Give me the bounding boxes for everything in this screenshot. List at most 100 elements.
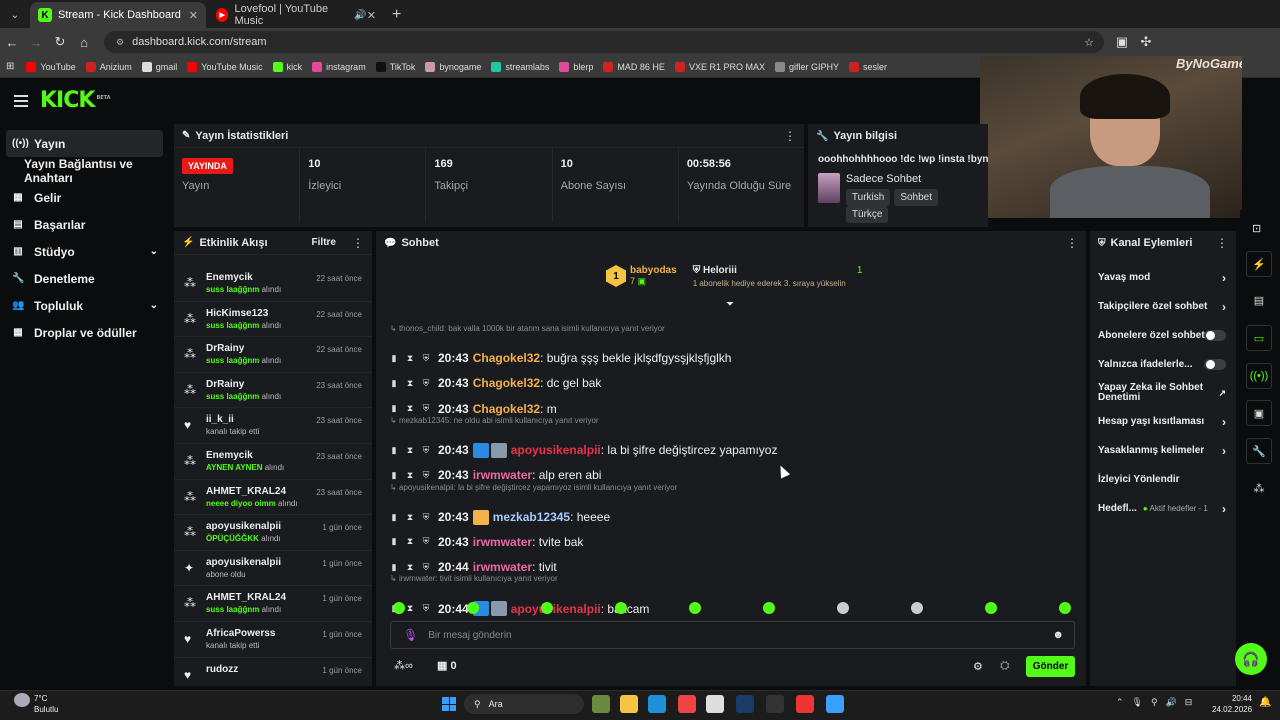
broadcast-icon[interactable]: ((•)) [1246, 363, 1272, 389]
ban-icon[interactable]: ⛨ [422, 536, 430, 547]
settings-gear-icon[interactable]: ⚙ [973, 660, 983, 673]
pin-icon[interactable]: ▮ [390, 378, 398, 389]
lightning-icon[interactable]: ⚡ [1246, 251, 1272, 277]
chat-username[interactable]: apoyusikenalpii [511, 602, 601, 616]
channel-action-2[interactable]: Abonelere özel sohbet [1090, 321, 1236, 350]
clock[interactable]: 20:44 24.02.2026 [1212, 693, 1252, 715]
sidebar-item-0[interactable]: ((•)) Yayın [6, 130, 163, 157]
game-icon[interactable] [592, 695, 610, 713]
sidebar-item-3[interactable]: ▤ Başarılar [0, 211, 170, 238]
ban-icon[interactable]: ⛨ [422, 562, 430, 573]
pin-icon[interactable]: ▮ [390, 470, 398, 481]
toggle-switch[interactable] [1204, 359, 1226, 370]
more-options-icon[interactable]: ⋮ [1216, 236, 1228, 250]
ban-icon[interactable]: ⛨ [422, 603, 430, 614]
windows-start-icon[interactable] [442, 697, 456, 711]
menu-icon[interactable] [14, 95, 28, 107]
timeout-icon[interactable]: ⧗ [406, 512, 414, 523]
channel-action-6[interactable]: Yasaklanmış kelimeler › [1090, 436, 1236, 465]
emote-icon[interactable] [1059, 602, 1071, 614]
emote-icon[interactable] [689, 602, 701, 614]
extension-icon[interactable]: ▣ [1110, 34, 1134, 50]
pin-icon[interactable]: ▮ [390, 536, 398, 547]
emoji-icon[interactable]: ☻ [1052, 629, 1064, 641]
event-user[interactable]: apoyusikenalpii [206, 557, 281, 568]
emote-icon[interactable] [467, 602, 479, 614]
sidebar-item-1[interactable]: Yayın Bağlantısı ve Anahtarı [0, 157, 170, 185]
event-user[interactable]: Enemycik [206, 450, 284, 461]
channel-action-7[interactable]: İzleyici Yönlendir [1090, 465, 1236, 494]
collapse-icon[interactable]: ⏷ [726, 299, 734, 310]
apps-grid-icon[interactable]: ⊞ [6, 61, 14, 72]
tab-list-icon[interactable]: ⌄ [0, 2, 30, 28]
pin-icon[interactable]: ▮ [390, 562, 398, 573]
document-icon[interactable]: ▤ [1246, 287, 1272, 313]
site-info-icon[interactable]: ⚙ [116, 37, 124, 48]
filter-button[interactable]: Filtre [312, 237, 336, 248]
back-icon[interactable]: ← [0, 35, 24, 50]
bookmark-item[interactable]: sesler [848, 61, 887, 72]
event-user[interactable]: DrRainy [206, 343, 281, 354]
pin-icon[interactable]: ▮ [390, 353, 398, 364]
channel-action-4[interactable]: Yapay Zeka ile Sohbet Denetimi ↗ [1090, 379, 1236, 407]
channel-action-3[interactable]: Yalnızca ifadelerle... [1090, 350, 1236, 379]
pin-icon[interactable]: ▮ [390, 403, 398, 414]
bookmark-item[interactable]: YouTube [26, 61, 76, 72]
popout-icon[interactable]: ⊡ [1252, 222, 1261, 235]
event-user[interactable]: apoyusikenalpii [206, 521, 281, 532]
chevron-down-icon[interactable]: ⌄ [150, 246, 158, 257]
microphone-icon[interactable]: 🎙 [403, 628, 418, 642]
forward-icon[interactable]: → [24, 35, 48, 50]
system-tray[interactable]: ⌃🎙⚲🔊⊟ [1116, 697, 1200, 708]
send-button[interactable]: Gönder [1026, 656, 1075, 677]
channel-action-0[interactable]: Yavaş mod › [1090, 263, 1236, 292]
bookmark-item[interactable]: instagram [312, 61, 366, 72]
puzzle-icon[interactable]: ✣ [1134, 34, 1158, 50]
emote-icon[interactable] [615, 602, 627, 614]
epic-games-icon[interactable] [766, 695, 784, 713]
speaker-icon[interactable]: 🔊 [354, 10, 366, 21]
pin-icon[interactable]: ▮ [390, 512, 398, 523]
bookmark-item[interactable]: blerp [559, 61, 593, 72]
save-icon[interactable]: ▣ [1246, 400, 1272, 426]
event-user[interactable]: rudozz [206, 664, 238, 675]
folder-icon[interactable] [620, 695, 638, 713]
sidebar-item-5[interactable]: 🔧 Denetleme [0, 265, 170, 292]
bookmark-item[interactable]: YouTube Music [187, 61, 263, 72]
chat-username[interactable]: irwmwater [473, 535, 532, 549]
emote-icon[interactable] [763, 602, 775, 614]
ban-icon[interactable]: ⛨ [422, 512, 430, 523]
timeout-icon[interactable]: ⧗ [406, 562, 414, 573]
edge-icon[interactable] [648, 695, 666, 713]
chat-username[interactable]: Chagokel32 [473, 351, 540, 365]
tag-chip[interactable]: Türkçe [845, 206, 889, 223]
toggle-switch[interactable] [1204, 330, 1226, 341]
chat-username[interactable]: Chagokel32 [473, 402, 540, 416]
points-icon[interactable]: ⁂ [1246, 475, 1272, 501]
event-user[interactable]: DrRainy [206, 379, 281, 390]
timeout-icon[interactable]: ⧗ [406, 378, 414, 389]
tag-chip[interactable]: Sohbet [894, 189, 939, 206]
more-options-icon[interactable]: ⋮ [784, 129, 796, 143]
chat-input[interactable]: 🎙 Bir mesaj gönderin ☻ [390, 621, 1075, 649]
timeout-icon[interactable]: ⧗ [406, 403, 414, 414]
pin-icon[interactable]: ▮ [390, 445, 398, 456]
wrench-icon[interactable]: 🔧 [1246, 438, 1272, 464]
bookmark-star-icon[interactable]: ☆ [1084, 36, 1094, 49]
steam-icon[interactable] [736, 695, 754, 713]
tag-chip[interactable]: Turkish [845, 189, 891, 206]
event-user[interactable]: HicKimse123 [206, 308, 281, 319]
bookmark-item[interactable]: gifler GIPHY [774, 61, 839, 72]
event-user[interactable]: AfricaPowerss [206, 628, 275, 639]
ban-icon[interactable]: ⛨ [422, 403, 430, 414]
channel-action-8[interactable]: Hedefl... ● Aktif hedefler - 1 › [1090, 494, 1236, 523]
chat-icon[interactable]: ▭ [1246, 325, 1272, 351]
emote-icon[interactable] [393, 602, 405, 614]
emote-icon[interactable] [541, 602, 553, 614]
timeout-icon[interactable]: ⧗ [406, 536, 414, 547]
ban-icon[interactable]: ⛨ [422, 378, 430, 389]
store-icon[interactable] [706, 695, 724, 713]
timeout-icon[interactable]: ⧗ [406, 353, 414, 364]
kick-logo[interactable]: KICK BETA [40, 88, 111, 113]
url-input[interactable]: ⚙ dashboard.kick.com/stream ☆ [104, 31, 1104, 53]
